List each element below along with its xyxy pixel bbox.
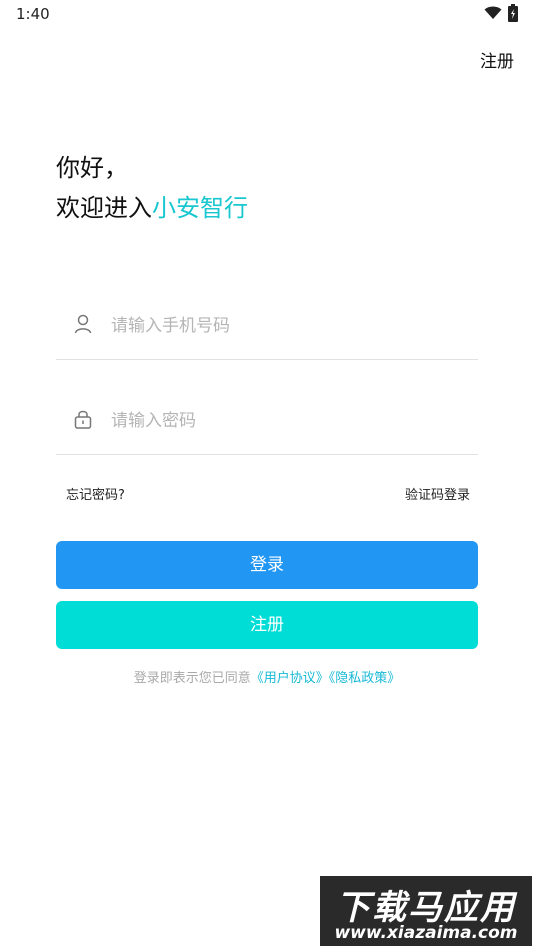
greeting-line1: 你好，: [56, 154, 128, 182]
login-button[interactable]: 登录: [56, 541, 478, 589]
greeting: 你好， 欢迎进入小安智行: [56, 148, 248, 228]
greeting-line2: 欢迎进入小安智行: [56, 188, 248, 228]
user-icon: [74, 314, 92, 334]
phone-input[interactable]: [109, 308, 473, 344]
phone-field: [56, 300, 478, 360]
wifi-icon: [484, 6, 502, 19]
agreement-prefix: 登录即表示您已同意: [133, 671, 251, 686]
lock-icon: [74, 410, 92, 429]
register-button[interactable]: 注册: [56, 601, 478, 649]
password-field: [56, 395, 478, 455]
status-bar: 1:40: [0, 0, 534, 28]
watermark-logo: 下载马应用 www.xiazaima.com: [320, 876, 532, 946]
battery-icon: [508, 4, 518, 22]
brand-name: 小安智行: [152, 194, 248, 222]
watermark-url: www.xiazaima.com: [334, 923, 518, 943]
header-register-link[interactable]: 注册: [480, 47, 514, 72]
user-agreement-link[interactable]: 《用户协议》: [251, 671, 329, 686]
greeting-line2-prefix: 欢迎进入: [56, 194, 152, 222]
watermark-title: 下载马应用: [336, 888, 516, 928]
forgot-password-link[interactable]: 忘记密码?: [66, 484, 125, 503]
privacy-policy-link[interactable]: 《隐私政策》: [329, 671, 401, 686]
code-login-link[interactable]: 验证码登录: [405, 484, 470, 503]
agreement-text: 登录即表示您已同意《用户协议》《隐私政策》: [0, 667, 534, 686]
password-input[interactable]: [109, 403, 473, 439]
status-time: 1:40: [16, 5, 50, 23]
